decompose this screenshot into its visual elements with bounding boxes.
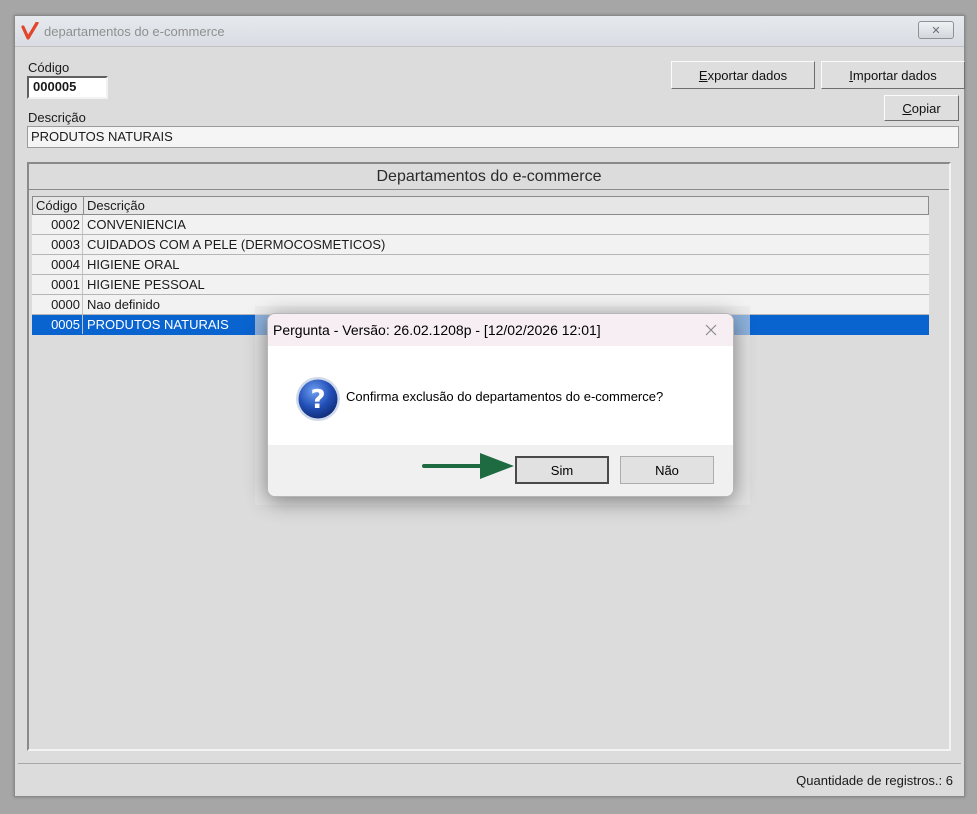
row-description: HIGIENE ORAL [87, 257, 180, 272]
dialog-body: ? Confirma exclusão do departamentos do … [268, 346, 733, 445]
row-code: 0000 [32, 295, 83, 314]
pointer-arrow-icon [422, 453, 514, 479]
title-bar[interactable]: departamentos do e-commerce ✕ [15, 16, 964, 47]
dialog-message: Confirma exclusão do departamentos do e-… [346, 389, 664, 404]
record-count: Quantidade de registros.: 6 [796, 773, 953, 788]
column-header-codigo[interactable]: Código [33, 197, 84, 214]
importar-dados-button[interactable]: Importar dados [821, 61, 965, 89]
dialog-title[interactable]: Pergunta - Versão: 26.02.1208p - [12/02/… [268, 314, 733, 346]
row-code: 0004 [32, 255, 83, 274]
dialog-title-text: Pergunta - Versão: 26.02.1208p - [12/02/… [273, 322, 601, 338]
sim-button[interactable]: Sim [515, 456, 609, 484]
row-code: 0002 [32, 215, 83, 234]
column-header-descricao[interactable]: Descrição [84, 197, 928, 214]
row-code: 0005 [32, 315, 83, 334]
table-row[interactable]: 0002 CONVENIENCIA [32, 215, 929, 235]
dialog-close-icon[interactable] [702, 321, 720, 339]
window-title: departamentos do e-commerce [44, 24, 225, 39]
grid-header: Código Descrição [32, 196, 929, 215]
exportar-dados-button[interactable]: Exportar dados [671, 61, 815, 89]
status-bar: Quantidade de registros.: 6 [18, 763, 961, 792]
table-row[interactable]: 0001 HIGIENE PESSOAL [32, 275, 929, 295]
window-close-button[interactable]: ✕ [918, 21, 954, 39]
table-row[interactable]: 0004 HIGIENE ORAL [32, 255, 929, 275]
descricao-label: Descrição [28, 110, 86, 125]
svg-text:?: ? [310, 385, 325, 415]
panel-title: Departamentos do e-commerce [29, 164, 949, 190]
row-description: CUIDADOS COM A PELE (DERMOCOSMETICOS) [87, 237, 386, 252]
row-code: 0003 [32, 235, 83, 254]
close-icon: ✕ [931, 24, 941, 37]
table-row[interactable]: 0003 CUIDADOS COM A PELE (DERMOCOSMETICO… [32, 235, 929, 255]
codigo-field[interactable]: 000005 [27, 76, 108, 99]
descricao-field[interactable]: PRODUTOS NATURAIS [27, 126, 959, 148]
nao-button[interactable]: Não [620, 456, 714, 484]
row-code: 0001 [32, 275, 83, 294]
codigo-label: Código [28, 60, 70, 75]
question-icon: ? [296, 377, 340, 421]
copiar-button[interactable]: Copiar [884, 95, 959, 121]
row-description: CONVENIENCIA [87, 217, 186, 232]
app-logo-icon [21, 22, 39, 40]
row-description: HIGIENE PESSOAL [87, 277, 205, 292]
